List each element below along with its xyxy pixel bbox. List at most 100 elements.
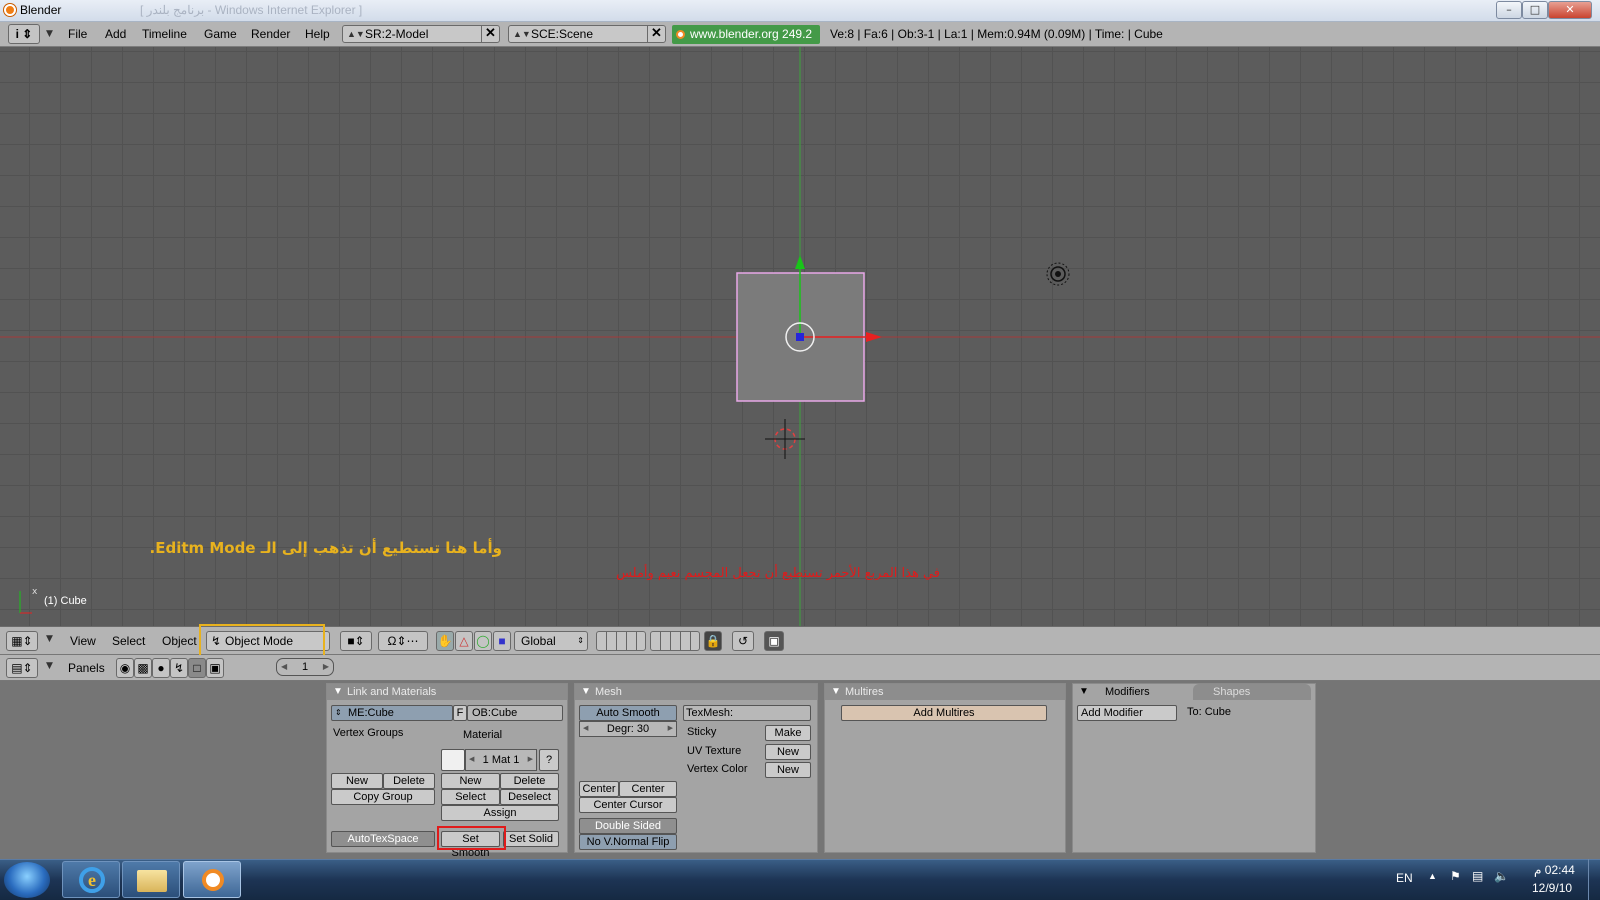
context-editing-icon[interactable]: □ — [188, 658, 206, 678]
vgroup-delete-button[interactable]: Delete — [383, 773, 435, 789]
context-shading-icon[interactable]: ● — [152, 658, 170, 678]
panel-header[interactable]: ▼ Mesh — [575, 684, 817, 700]
frame-number-field[interactable]: ◀ 1 ▶ — [276, 658, 334, 676]
info-icon[interactable]: i ⇕ — [8, 24, 40, 44]
autotexspace-toggle[interactable]: AutoTexSpace — [331, 831, 435, 847]
fake-user-toggle[interactable]: F — [453, 705, 467, 721]
3d-viewport[interactable]: x (1) Cube وأما هنا تستطيع أن تذهب إلى ا… — [0, 47, 1600, 626]
internet-explorer-taskbar-button[interactable]: e — [62, 861, 120, 898]
show-desktop-button[interactable] — [1588, 859, 1600, 900]
gizmo-y-head[interactable] — [795, 255, 805, 269]
collapse-triangle-icon[interactable]: ▼ — [1079, 684, 1089, 700]
double-sided-toggle[interactable]: Double Sided — [579, 818, 677, 834]
delete-scene-icon[interactable]: ✕ — [647, 25, 665, 43]
collapse-triangle-icon[interactable]: ▼ — [831, 684, 841, 700]
network-icon[interactable]: ▤ — [1472, 869, 1483, 883]
layer-buttons-b[interactable] — [650, 631, 700, 651]
material-select-button[interactable]: Select — [441, 789, 500, 805]
center-button[interactable]: Center — [579, 781, 619, 797]
add-multires-button[interactable]: Add Multires — [841, 705, 1047, 721]
panel-header[interactable]: ▼ Link and Materials — [327, 684, 567, 700]
collapse-menu-icon[interactable]: ▼ — [46, 661, 53, 671]
no-vnormal-flip-toggle[interactable]: No V.Normal Flip — [579, 834, 677, 850]
decrement-arrow-icon[interactable]: ◀ — [281, 659, 287, 675]
menu-timeline[interactable]: Timeline — [142, 27, 187, 41]
close-button[interactable]: ✕ — [1548, 1, 1592, 19]
menu-file[interactable]: File — [68, 27, 87, 41]
vgroup-new-button[interactable]: New — [331, 773, 383, 789]
material-index-field[interactable]: ◀ 1 Mat 1 ▶ — [465, 749, 537, 771]
3d-cursor-icon[interactable] — [765, 419, 805, 459]
set-solid-button[interactable]: Set Solid — [503, 831, 559, 847]
render-toggle[interactable]: ↺ — [732, 631, 754, 651]
copy-group-button[interactable]: Copy Group — [331, 789, 435, 805]
material-help-button[interactable]: ? — [539, 749, 559, 771]
context-logic-icon[interactable]: ◉ — [116, 658, 134, 678]
language-indicator[interactable]: EN — [1396, 871, 1413, 885]
collapse-menu-icon[interactable]: ▼ — [46, 29, 53, 39]
collapse-menu-icon[interactable]: ▼ — [46, 634, 53, 644]
center-cursor-button[interactable]: Center Cursor — [579, 797, 677, 813]
scene-selector[interactable]: ▲▼ SCE:Scene ✕ — [508, 25, 666, 43]
layer-buttons-a[interactable] — [596, 631, 646, 651]
object-name-field[interactable]: OB:Cube — [467, 705, 563, 721]
delete-screen-icon[interactable]: ✕ — [481, 25, 499, 43]
draw-type-selector[interactable]: ■⇕ — [340, 631, 372, 651]
opengl-render-button[interactable]: ▣ — [764, 631, 784, 651]
editor-type-button[interactable]: ▦⇕ — [6, 631, 38, 651]
menu-view[interactable]: View — [70, 634, 96, 648]
translate-toggle[interactable]: △ — [455, 631, 473, 651]
add-modifier-menu[interactable]: Add Modifier — [1077, 705, 1177, 721]
context-scene-icon[interactable]: ▣ — [206, 658, 224, 678]
volume-icon[interactable]: 🔈 — [1494, 869, 1509, 883]
degree-field[interactable]: ◀ Degr: 30 ▶ — [579, 721, 677, 737]
tab-modifiers[interactable]: Modifiers — [1091, 684, 1203, 700]
screen-selector[interactable]: ▲▼ SR:2-Model ✕ — [342, 25, 500, 43]
mesh-datablock-field[interactable]: ⇕ ME:Cube — [331, 705, 453, 721]
orientation-selector[interactable]: Global ⇕ — [514, 631, 588, 651]
material-deselect-button[interactable]: Deselect — [500, 789, 559, 805]
explorer-taskbar-button[interactable] — [122, 861, 180, 898]
center-new-button[interactable]: Center New — [619, 781, 677, 809]
decrement-arrow-icon[interactable]: ◀ — [469, 750, 474, 770]
blender-taskbar-button[interactable] — [183, 861, 241, 898]
show-hidden-icons-icon[interactable]: ▲ — [1428, 871, 1437, 881]
sticky-make-button[interactable]: Make — [765, 725, 811, 741]
material-assign-button[interactable]: Assign — [441, 805, 559, 821]
vertex-color-new-button[interactable]: New — [765, 762, 811, 778]
tab-shapes[interactable]: Shapes — [1193, 684, 1311, 700]
clock-time[interactable]: 02:44 م — [1534, 863, 1575, 877]
auto-smooth-toggle[interactable]: Auto Smooth — [579, 705, 677, 721]
uv-texture-new-button[interactable]: New — [765, 744, 811, 760]
increment-arrow-icon[interactable]: ▶ — [528, 750, 533, 770]
gizmo-x-head[interactable] — [866, 332, 882, 342]
material-color-swatch[interactable] — [441, 749, 465, 771]
menu-help[interactable]: Help — [305, 27, 330, 41]
blender-version-badge[interactable]: www.blender.org 249.2 — [672, 25, 820, 44]
scale-toggle[interactable]: ■ — [493, 631, 511, 651]
menu-render[interactable]: Render — [251, 27, 290, 41]
material-new-button[interactable]: New — [441, 773, 500, 789]
decrement-arrow-icon[interactable]: ◀ — [583, 722, 588, 736]
menu-object[interactable]: Object — [162, 634, 197, 648]
context-script-icon[interactable]: ▩ — [134, 658, 152, 678]
increment-arrow-icon[interactable]: ▶ — [323, 659, 329, 675]
pivot-selector[interactable]: Ω⇕⋯ — [378, 631, 428, 651]
panel-header[interactable]: ▼ Multires — [825, 684, 1065, 700]
menu-game[interactable]: Game — [204, 27, 237, 41]
rotate-toggle[interactable]: ◯ — [474, 631, 492, 651]
collapse-triangle-icon[interactable]: ▼ — [581, 684, 591, 700]
editor-type-button[interactable]: ▤⇕ — [6, 658, 38, 678]
clock-date[interactable]: 12/9/10 — [1532, 881, 1572, 895]
action-center-flag-icon[interactable]: ⚑ — [1450, 869, 1461, 883]
material-delete-button[interactable]: Delete — [500, 773, 559, 789]
minimize-button[interactable]: – — [1496, 1, 1522, 19]
lamp-icon[interactable] — [1046, 262, 1070, 286]
panels-label[interactable]: Panels — [68, 661, 105, 675]
increment-arrow-icon[interactable]: ▶ — [668, 722, 673, 736]
texmesh-field[interactable]: TexMesh: — [683, 705, 811, 721]
menu-add[interactable]: Add — [105, 27, 126, 41]
maximize-button[interactable]: □ — [1522, 1, 1548, 19]
lock-layer-button[interactable]: 🔒 — [704, 631, 722, 651]
start-button[interactable] — [4, 862, 50, 898]
